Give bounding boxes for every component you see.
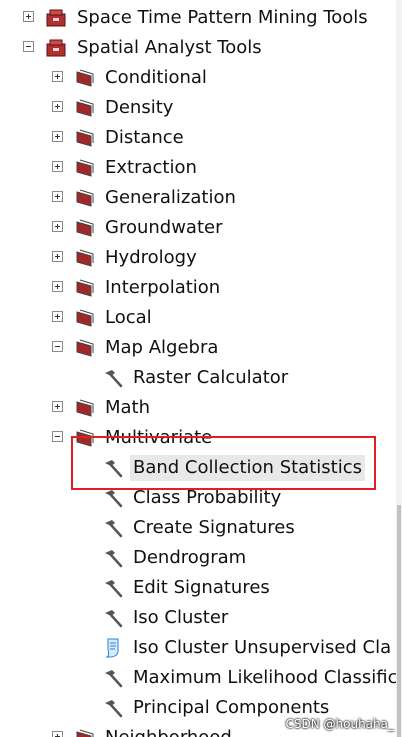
tree-item-label: Generalization xyxy=(105,187,236,208)
toolbox-icon xyxy=(46,9,66,27)
tree-item-spatial-analyst-tools[interactable]: Spatial Analyst Tools xyxy=(0,33,396,63)
tree-item-label: Space Time Pattern Mining Tools xyxy=(77,7,368,28)
toolset-icon xyxy=(76,99,94,117)
vertical-scrollbar[interactable] xyxy=(396,0,402,737)
tree-item-label: Dendrogram xyxy=(133,547,247,568)
toolset-icon xyxy=(76,249,94,267)
tree-item-label: Density xyxy=(105,97,174,118)
hammer-icon xyxy=(105,460,123,478)
tree-item-label: Distance xyxy=(105,127,184,148)
tree-item-label: Create Signatures xyxy=(133,517,295,538)
tree-item-dendrogram[interactable]: Dendrogram xyxy=(0,543,396,573)
scrollbar-thumb[interactable] xyxy=(397,505,401,737)
hammer-icon xyxy=(105,370,123,388)
tree-item-create-signatures[interactable]: Create Signatures xyxy=(0,513,396,543)
hammer-icon xyxy=(105,550,123,568)
tree-item-label: Edit Signatures xyxy=(133,577,270,598)
tree-item-label: Extraction xyxy=(105,157,197,178)
script-icon xyxy=(105,638,119,658)
toolset-icon xyxy=(76,429,94,447)
toolbox-icon xyxy=(46,39,66,57)
watermark: CSDN @houhaha_ xyxy=(285,717,395,731)
expand-plus-icon[interactable] xyxy=(52,401,63,412)
tree-item-generalization[interactable]: Generalization xyxy=(0,183,396,213)
toolset-icon xyxy=(76,729,94,737)
tree-item-multivariate[interactable]: Multivariate xyxy=(0,423,396,453)
toolset-icon xyxy=(76,339,94,357)
tree-item-band-collection-statistics[interactable]: Band Collection Statistics xyxy=(0,453,396,483)
tree-item-raster-calculator[interactable]: Raster Calculator xyxy=(0,363,396,393)
tree-item-label: Interpolation xyxy=(105,277,221,298)
tree-item-label: Local xyxy=(105,307,152,328)
tree-item-label: Spatial Analyst Tools xyxy=(77,37,262,58)
tree-item-extraction[interactable]: Extraction xyxy=(0,153,396,183)
tree-item-label: Hydrology xyxy=(105,247,197,268)
toolset-icon xyxy=(76,69,94,87)
expand-plus-icon[interactable] xyxy=(23,11,34,22)
tree-item-hydrology[interactable]: Hydrology xyxy=(0,243,396,273)
tree-item-edit-signatures[interactable]: Edit Signatures xyxy=(0,573,396,603)
toolset-icon xyxy=(76,129,94,147)
hammer-icon xyxy=(105,610,123,628)
tree-item-interpolation[interactable]: Interpolation xyxy=(0,273,396,303)
tree-item-iso-cluster[interactable]: Iso Cluster xyxy=(0,603,396,633)
expand-plus-icon[interactable] xyxy=(52,731,63,737)
tree-item-label: Iso Cluster Unsupervised Cla xyxy=(133,637,392,658)
expand-plus-icon[interactable] xyxy=(52,161,63,172)
tree-item-label: Conditional xyxy=(105,67,207,88)
tree-item-label: Band Collection Statistics xyxy=(130,455,365,481)
expand-plus-icon[interactable] xyxy=(52,251,63,262)
hammer-icon xyxy=(105,520,123,538)
tree-item-class-probability[interactable]: Class Probability xyxy=(0,483,396,513)
expand-plus-icon[interactable] xyxy=(52,191,63,202)
tree-item-label: Multivariate xyxy=(105,427,213,448)
hammer-icon xyxy=(105,670,123,688)
expand-plus-icon[interactable] xyxy=(52,131,63,142)
toolset-icon xyxy=(76,399,94,417)
tree-item-math[interactable]: Math xyxy=(0,393,396,423)
toolset-icon xyxy=(76,189,94,207)
tree-item-groundwater[interactable]: Groundwater xyxy=(0,213,396,243)
toolset-icon xyxy=(76,159,94,177)
toolbox-tree: Space Time Pattern Mining Tools Spatial … xyxy=(0,0,396,737)
tree-item-label: Iso Cluster xyxy=(133,607,229,628)
toolset-icon xyxy=(76,309,94,327)
tree-item-label: Maximum Likelihood Classific xyxy=(133,667,396,688)
toolset-icon xyxy=(76,279,94,297)
tree-item-map-algebra[interactable]: Map Algebra xyxy=(0,333,396,363)
toolset-icon xyxy=(76,219,94,237)
tree-item-maximum-likelihood[interactable]: Maximum Likelihood Classific xyxy=(0,663,396,693)
tree-item-label: Class Probability xyxy=(133,487,282,508)
collapse-minus-icon[interactable] xyxy=(23,41,34,52)
tree-item-label: Groundwater xyxy=(105,217,223,238)
tree-item-space-time-pattern-mining-tools[interactable]: Space Time Pattern Mining Tools xyxy=(0,3,396,33)
expand-plus-icon[interactable] xyxy=(52,221,63,232)
tree-item-label: Neighborhood xyxy=(102,725,235,737)
tree-item-label: Raster Calculator xyxy=(133,367,289,388)
expand-plus-icon[interactable] xyxy=(52,101,63,112)
expand-plus-icon[interactable] xyxy=(52,71,63,82)
tree-item-label: Math xyxy=(105,397,151,418)
hammer-icon xyxy=(105,490,123,508)
hammer-icon xyxy=(105,580,123,598)
hammer-icon xyxy=(105,700,123,718)
tree-item-conditional[interactable]: Conditional xyxy=(0,63,396,93)
tree-item-local[interactable]: Local xyxy=(0,303,396,333)
tree-item-density[interactable]: Density xyxy=(0,93,396,123)
tree-item-label: Map Algebra xyxy=(105,337,219,358)
expand-plus-icon[interactable] xyxy=(52,311,63,322)
tree-item-distance[interactable]: Distance xyxy=(0,123,396,153)
tree-item-iso-cluster-unsupervised[interactable]: Iso Cluster Unsupervised Cla xyxy=(0,633,396,663)
collapse-minus-icon[interactable] xyxy=(52,341,63,352)
expand-plus-icon[interactable] xyxy=(52,281,63,292)
collapse-minus-icon[interactable] xyxy=(52,431,63,442)
